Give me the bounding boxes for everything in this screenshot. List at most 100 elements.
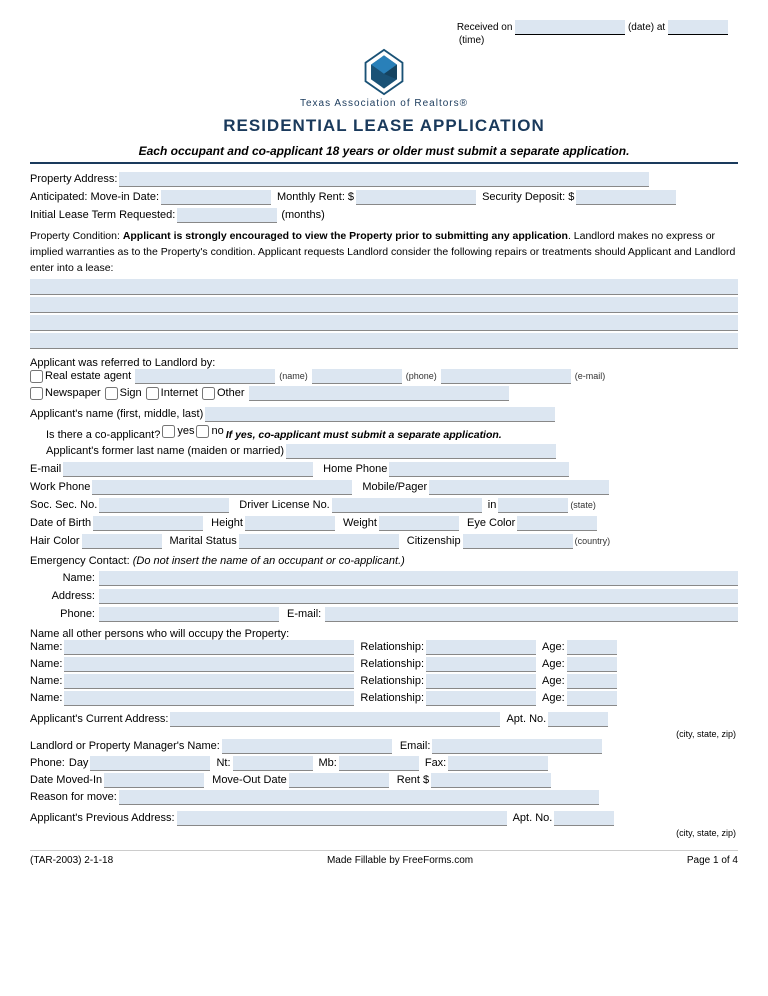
eye-color-input[interactable] xyxy=(517,516,597,531)
email-input[interactable] xyxy=(63,462,313,477)
sign-checkbox[interactable] xyxy=(105,387,118,400)
ref-agent-email-input[interactable] xyxy=(441,369,571,384)
emergency-email-input[interactable] xyxy=(325,607,738,622)
received-date-input[interactable] xyxy=(515,20,625,35)
occ-name-4[interactable] xyxy=(64,691,354,706)
move-out-input[interactable] xyxy=(289,773,389,788)
hair-color-label: Hair Color xyxy=(30,535,80,547)
sign-checkbox-item: Sign xyxy=(105,387,142,400)
monthly-rent-input[interactable] xyxy=(356,190,476,205)
phone-day-input[interactable] xyxy=(90,756,210,771)
internet-checkbox-item: Internet xyxy=(146,387,198,400)
phone-day-label: Phone: xyxy=(30,757,65,769)
marital-status-input[interactable] xyxy=(239,534,399,549)
weight-label: Weight xyxy=(343,517,377,529)
newspaper-checkbox[interactable] xyxy=(30,387,43,400)
landlord-input[interactable] xyxy=(222,739,392,754)
real-estate-checkbox[interactable] xyxy=(30,370,43,383)
phone-mb-input[interactable] xyxy=(339,756,419,771)
emergency-note: (Do not insert the name of an occupant o… xyxy=(133,555,405,567)
condition-line-1[interactable] xyxy=(30,279,738,295)
occ-name-3[interactable] xyxy=(64,674,354,689)
occupants-label: Name all other persons who will occupy t… xyxy=(30,628,738,640)
home-phone-input[interactable] xyxy=(389,462,569,477)
occ-age-4[interactable] xyxy=(567,691,617,706)
real-estate-label: Real estate agent xyxy=(45,370,131,382)
prev-apt-label: Apt. No. xyxy=(513,812,553,824)
condition-line-3[interactable] xyxy=(30,315,738,331)
occ-name-1[interactable] xyxy=(64,640,354,655)
dl-state-input[interactable] xyxy=(498,498,568,513)
emergency-address-input[interactable] xyxy=(99,589,738,604)
dob-row: Date of Birth Height Weight Eye Color xyxy=(30,516,738,531)
occ-age-3[interactable] xyxy=(567,674,617,689)
former-name-label: Applicant's former last name (maiden or … xyxy=(46,445,284,457)
applicant-name-input[interactable] xyxy=(205,407,555,422)
property-address-input[interactable] xyxy=(119,172,649,187)
security-deposit-input[interactable] xyxy=(576,190,676,205)
emergency-name-input[interactable] xyxy=(99,571,738,586)
weight-input[interactable] xyxy=(379,516,459,531)
phone-nt-input[interactable] xyxy=(233,756,313,771)
condition-line-4[interactable] xyxy=(30,333,738,349)
occ-rel-2[interactable] xyxy=(426,657,536,672)
occ-rel-1[interactable] xyxy=(426,640,536,655)
emergency-phone-input[interactable] xyxy=(99,607,279,622)
prev-addr-label: Applicant's Previous Address: xyxy=(30,812,175,824)
occ-name-label-4: Name: xyxy=(30,692,62,704)
hair-color-input[interactable] xyxy=(82,534,162,549)
occ-age-2[interactable] xyxy=(567,657,617,672)
co-applicant-no-checkbox[interactable] xyxy=(196,425,209,438)
property-address-label: Property Address: xyxy=(30,173,117,185)
ref-agent-name-input[interactable] xyxy=(135,369,275,384)
yes-checkbox-item: yes xyxy=(162,425,194,438)
hair-color-row: Hair Color Marital Status Citizenship (c… xyxy=(30,534,738,549)
occ-age-label-1: Age: xyxy=(542,641,565,653)
height-input[interactable] xyxy=(245,516,335,531)
condition-line-2[interactable] xyxy=(30,297,738,313)
lease-term-unit: (months) xyxy=(281,209,324,221)
lease-term-input[interactable] xyxy=(177,208,277,223)
former-name-row: Applicant's former last name (maiden or … xyxy=(30,444,738,459)
dob-input[interactable] xyxy=(93,516,203,531)
former-name-input[interactable] xyxy=(286,444,556,459)
prev-apt-input[interactable] xyxy=(554,811,614,826)
rent-input[interactable] xyxy=(431,773,551,788)
occ-rel-3[interactable] xyxy=(426,674,536,689)
moved-in-input[interactable] xyxy=(104,773,204,788)
reason-input[interactable] xyxy=(119,790,599,805)
received-time-input[interactable] xyxy=(668,20,728,35)
other-checkbox[interactable] xyxy=(202,387,215,400)
prev-addr-input[interactable] xyxy=(177,811,507,826)
ref-other-input[interactable] xyxy=(249,386,509,401)
move-in-label: Anticipated: Move-in Date: xyxy=(30,191,159,203)
citizenship-input[interactable] xyxy=(463,534,573,549)
co-applicant-label: Is there a co-applicant? xyxy=(46,429,160,441)
marital-status-label: Marital Status xyxy=(170,535,237,547)
internet-checkbox[interactable] xyxy=(146,387,159,400)
condition-section: Property Condition: Applicant is strongl… xyxy=(30,229,738,348)
occ-row-1: Name: Relationship: Age: xyxy=(30,640,738,655)
emergency-label: Emergency Contact: xyxy=(30,555,130,567)
soc-sec-input[interactable] xyxy=(99,498,229,513)
occ-age-1[interactable] xyxy=(567,640,617,655)
occ-rel-4[interactable] xyxy=(426,691,536,706)
mobile-input[interactable] xyxy=(429,480,609,495)
occ-name-2[interactable] xyxy=(64,657,354,672)
current-apt-input[interactable] xyxy=(548,712,608,727)
phone-fax-input[interactable] xyxy=(448,756,548,771)
occ-name-label-1: Name: xyxy=(30,641,62,653)
driver-license-input[interactable] xyxy=(332,498,482,513)
org-name: Texas Association of Realtors® xyxy=(300,98,468,114)
ref-agent-phone-input[interactable] xyxy=(312,369,402,384)
previous-address-section: Applicant's Previous Address: Apt. No. (… xyxy=(30,811,738,838)
occ-rel-label-3: Relationship: xyxy=(360,675,424,687)
landlord-email-input[interactable] xyxy=(432,739,602,754)
driver-license-label: Driver License No. xyxy=(239,499,329,511)
work-phone-input[interactable] xyxy=(92,480,352,495)
current-addr-input[interactable] xyxy=(170,712,500,727)
co-applicant-yes-checkbox[interactable] xyxy=(162,425,175,438)
occ-rel-label-1: Relationship: xyxy=(360,641,424,653)
move-in-date-input[interactable] xyxy=(161,190,271,205)
emergency-phone-email-row: Phone: E-mail: xyxy=(30,607,738,622)
